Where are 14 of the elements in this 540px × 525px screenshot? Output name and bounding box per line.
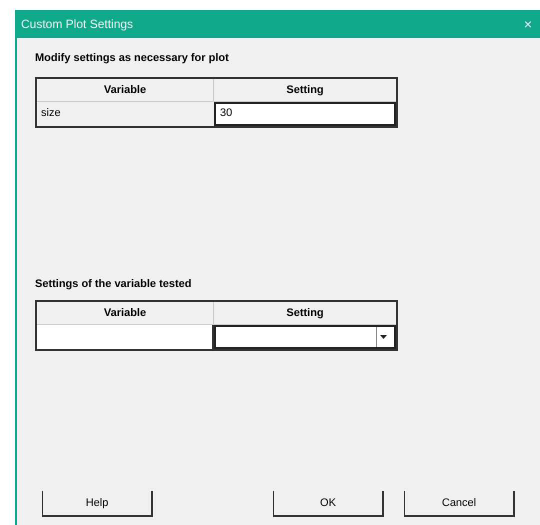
column-header: Setting xyxy=(285,306,325,321)
column-header: Setting xyxy=(285,82,325,98)
input-field[interactable] xyxy=(214,325,396,349)
dialog-button[interactable]: OK xyxy=(273,491,384,517)
table-cell-text: size xyxy=(40,106,62,120)
dialog-button[interactable]: Help xyxy=(42,491,153,517)
section-label: Modify settings as necessary for plot xyxy=(35,51,230,66)
column-header: Variable xyxy=(37,78,214,100)
section-label: Settings of the variable tested xyxy=(35,276,192,292)
window-title: Custom Plot Settings xyxy=(21,16,134,33)
input-field[interactable]: 30 xyxy=(214,102,396,126)
dropdown-arrow-icon[interactable] xyxy=(380,335,387,339)
dialog-button[interactable]: Cancel xyxy=(404,491,515,517)
column-header: Variable xyxy=(37,302,214,324)
